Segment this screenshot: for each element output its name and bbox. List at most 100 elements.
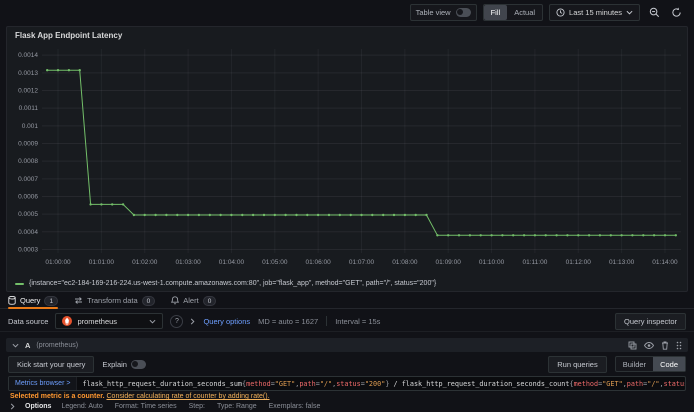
data-point xyxy=(468,234,472,237)
data-point xyxy=(522,234,526,237)
query-inspector-button[interactable]: Query inspector xyxy=(615,312,686,330)
options-summary: Legend: Auto Format: Time series Step: Type… xyxy=(61,403,320,410)
query-toolbar: Kick start your query Explain Run querie… xyxy=(8,355,686,373)
data-point xyxy=(436,234,439,237)
metrics-browser-button[interactable]: Metrics browser > xyxy=(9,377,78,390)
data-point xyxy=(186,213,190,217)
data-point xyxy=(642,234,645,237)
panel-title: Flask App Endpoint Latency xyxy=(15,31,123,40)
x-tick-label: 01:02:00 xyxy=(132,259,158,266)
data-point xyxy=(501,234,504,237)
builder-mode-button[interactable]: Builder xyxy=(616,357,653,371)
promql-editor[interactable]: Metrics browser > flask_http_request_dur… xyxy=(8,376,686,391)
top-toolbar: Table view Fill Actual Last 15 minutes xyxy=(0,0,694,24)
tab-alert[interactable]: Alert 0 xyxy=(171,293,217,308)
data-point xyxy=(295,213,298,217)
data-point xyxy=(251,213,255,217)
datasource-label: Data source xyxy=(8,316,49,326)
data-point xyxy=(663,234,667,237)
data-point xyxy=(165,213,168,217)
y-tick-label: 0.0012 xyxy=(18,88,38,95)
data-point xyxy=(230,213,233,217)
x-tick-label: 01:14:00 xyxy=(652,259,678,266)
data-point xyxy=(555,234,558,237)
datasource-value: prometheus xyxy=(77,316,118,326)
query-options-footer[interactable]: Options Legend: Auto Format: Time series S… xyxy=(10,403,320,410)
data-point xyxy=(371,213,374,217)
run-queries-button[interactable]: Run queries xyxy=(548,355,607,373)
y-tick-label: 0.0005 xyxy=(18,211,38,218)
builder-code-toggle: Builder Code xyxy=(614,356,686,372)
data-point xyxy=(273,213,276,217)
tab-transform-data[interactable]: Transform data 0 xyxy=(74,293,156,308)
trash-icon[interactable] xyxy=(661,341,669,350)
x-tick-label: 01:11:00 xyxy=(522,259,547,266)
timeseries-chart[interactable]: 0.0003 0.0004 0.0005 0.0006 0.0007 0.0008 0.00… xyxy=(9,43,687,275)
promql-expression[interactable]: flask_http_request_duration_seconds_sum{… xyxy=(77,380,685,388)
data-point xyxy=(479,234,482,237)
x-tick-label: 01:03:00 xyxy=(175,259,201,266)
legend-series-label[interactable]: {instance="ec2-184-169-216-224.us-west-1… xyxy=(29,280,436,287)
y-tick-label: 0.0008 xyxy=(18,158,38,165)
zoom-out-button[interactable] xyxy=(646,4,662,20)
data-point xyxy=(219,213,222,217)
x-tick-label: 01:06:00 xyxy=(305,259,331,266)
transform-icon xyxy=(75,297,83,304)
tab-query-label: Query xyxy=(20,296,41,305)
data-point xyxy=(533,234,537,237)
y-tick-label: 0.0014 xyxy=(18,52,38,59)
eye-icon[interactable] xyxy=(644,341,654,349)
data-point xyxy=(587,234,591,237)
data-point xyxy=(652,234,656,237)
data-point xyxy=(89,203,92,206)
explain-label: Explain xyxy=(102,359,127,369)
actual-button[interactable]: Actual xyxy=(507,5,542,20)
y-tick-label: 0.001 xyxy=(22,123,39,130)
table-view-toggle[interactable] xyxy=(455,7,471,17)
y-tick-label: 0.0004 xyxy=(18,229,38,236)
chevron-down-icon xyxy=(12,343,19,348)
data-point xyxy=(154,213,157,217)
query-options[interactable]: Query options MD = auto = 1627 Interval … xyxy=(190,316,380,326)
data-point xyxy=(316,213,320,217)
query-ref-id: A xyxy=(25,340,31,350)
data-point xyxy=(306,213,309,217)
query-options-label[interactable]: Query options xyxy=(203,317,250,326)
tab-query[interactable]: Query 1 xyxy=(8,293,59,309)
zoom-out-icon xyxy=(649,7,659,17)
tab-transform-count: 0 xyxy=(141,295,156,306)
options-summary-item: Step: xyxy=(188,402,205,410)
x-tick-label: 01:04:00 xyxy=(219,259,245,266)
refresh-button[interactable] xyxy=(668,4,684,20)
y-tick-label: 0.0003 xyxy=(18,246,38,253)
explain-toggle[interactable] xyxy=(130,359,146,369)
x-tick-label: 01:09:00 xyxy=(436,259,462,266)
fill-button[interactable]: Fill xyxy=(483,4,508,20)
datasource-help-icon[interactable]: ? xyxy=(170,314,184,328)
prometheus-icon xyxy=(62,316,73,326)
duplicate-icon[interactable] xyxy=(628,341,637,350)
x-tick-label: 01:00:00 xyxy=(45,259,71,266)
options-summary-item: Exemplars: false xyxy=(268,402,321,410)
code-mode-button[interactable]: Code xyxy=(653,357,685,371)
drag-handle-icon[interactable] xyxy=(676,341,682,350)
data-point xyxy=(609,234,612,237)
data-point xyxy=(414,213,417,217)
tab-alert-label: Alert xyxy=(183,296,199,305)
kick-start-query-button[interactable]: Kick start your query xyxy=(8,355,95,373)
time-range-picker[interactable]: Last 15 minutes xyxy=(549,3,640,21)
data-point xyxy=(197,213,201,217)
warning-rate-link[interactable]: Consider calculating rate of counter by … xyxy=(107,393,270,400)
x-tick-label: 01:05:00 xyxy=(262,259,288,266)
chevron-right-icon xyxy=(10,403,15,409)
query-row-header[interactable]: A (prometheus) xyxy=(6,338,688,352)
refresh-icon xyxy=(671,7,681,17)
datasource-select[interactable]: prometheus xyxy=(55,313,164,329)
data-point xyxy=(208,213,211,217)
data-point xyxy=(490,234,493,237)
data-point xyxy=(360,213,363,217)
editor-tabs: Query 1 Transform data 0 Alert 0 xyxy=(0,293,694,309)
divider xyxy=(326,316,328,326)
data-point xyxy=(262,213,266,217)
database-icon xyxy=(8,296,16,305)
